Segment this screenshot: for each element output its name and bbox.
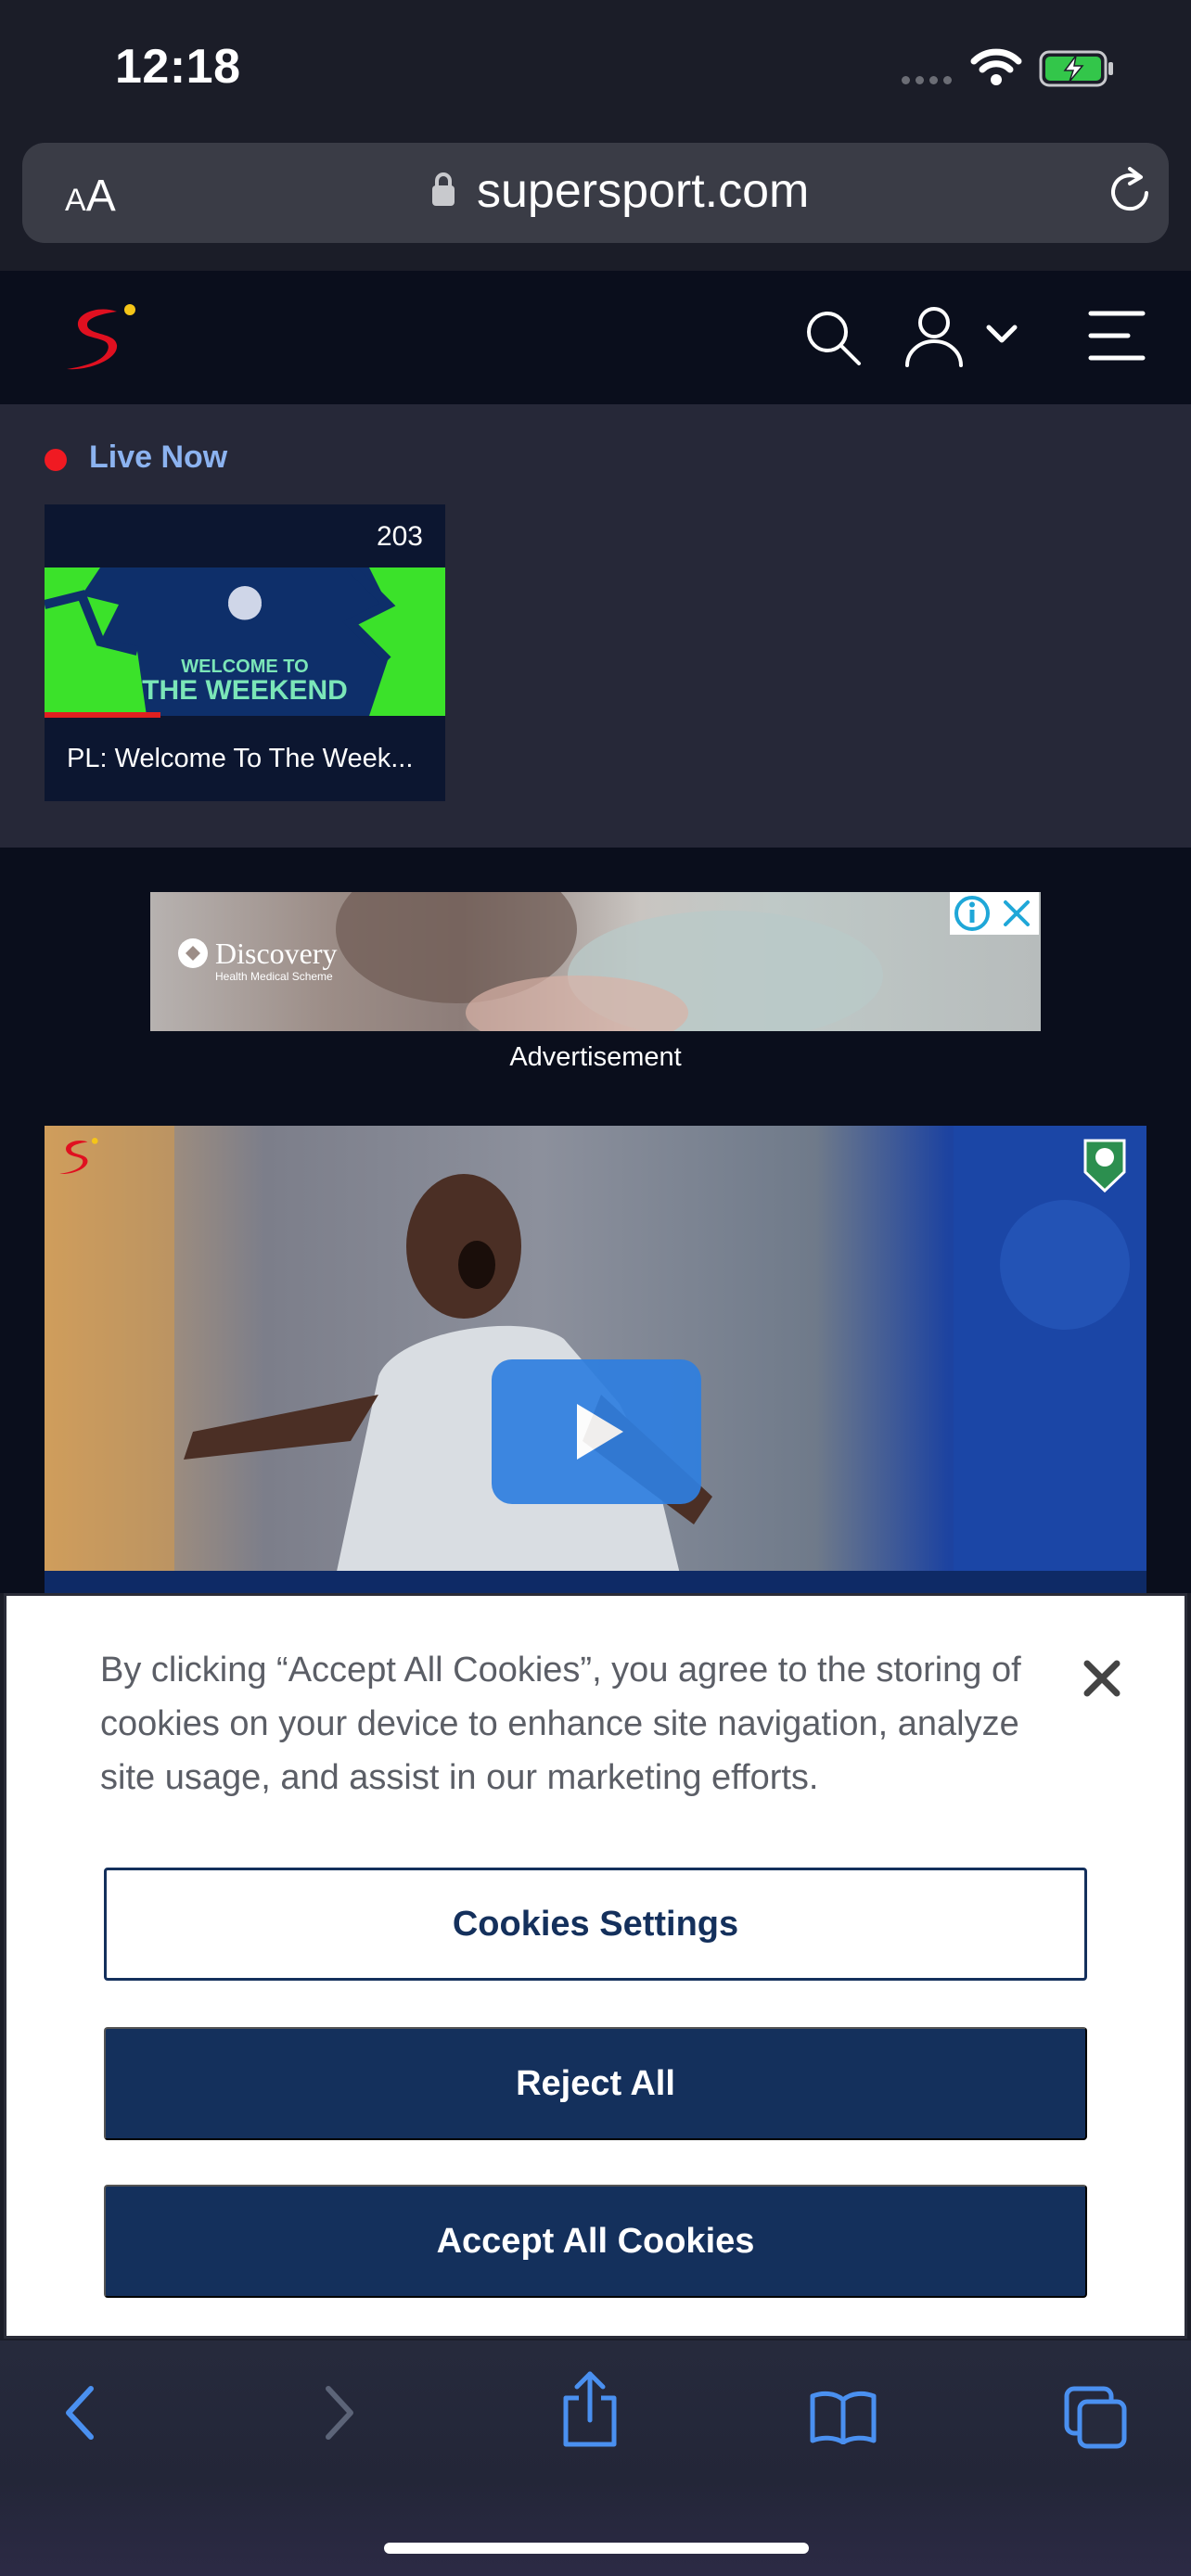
supersport-logo[interactable] (59, 299, 143, 376)
user-icon[interactable] (903, 304, 965, 369)
ad-brand-sub: Health Medical Scheme (215, 970, 333, 983)
status-bar: 12:18 (0, 0, 1191, 139)
live-indicator-dot (45, 449, 67, 471)
ad-info-icon[interactable] (950, 892, 994, 935)
battery-icon (1039, 50, 1113, 87)
cookie-message: By clicking “Accept All Cookies”, you ag… (100, 1651, 1021, 1797)
live-now-label: Live Now (89, 440, 228, 475)
text-size-button[interactable]: AA (65, 171, 116, 222)
back-icon[interactable] (61, 2383, 98, 2442)
wifi-icon (970, 48, 1022, 85)
bookmarks-icon[interactable] (809, 2389, 877, 2444)
video-logo-icon (59, 1138, 98, 1175)
accept-all-cookies-button[interactable]: Accept All Cookies (104, 2185, 1087, 2298)
reload-icon[interactable] (1104, 165, 1156, 217)
status-time: 12:18 (115, 40, 241, 94)
cellular-signal-icon (902, 76, 952, 84)
ad-close-icon[interactable] (994, 892, 1039, 935)
cookies-settings-button[interactable]: Cookies Settings (104, 1868, 1087, 1981)
lock-icon (432, 172, 455, 206)
nedbank-cup-badge-icon (1083, 1139, 1126, 1193)
channel-number: 203 (376, 521, 423, 552)
live-progress-bar (45, 712, 160, 718)
share-icon[interactable] (560, 2370, 620, 2448)
search-icon[interactable] (803, 308, 863, 367)
ad-banner[interactable]: Discovery Health Medical Scheme (150, 892, 1041, 1031)
close-icon[interactable] (1080, 1656, 1124, 1701)
url-bar[interactable]: AA supersport.com (22, 143, 1169, 243)
chevron-down-icon[interactable] (985, 323, 1018, 345)
play-button[interactable] (492, 1359, 701, 1504)
live-card-title: PL: Welcome To The Week... (67, 744, 414, 773)
thumb-line2: THE WEEKEND (142, 675, 348, 706)
site-header (0, 271, 1191, 404)
ad-label: Advertisement (509, 1042, 682, 1072)
home-indicator (384, 2543, 809, 2554)
play-icon (577, 1404, 623, 1460)
live-card-thumbnail: WELCOME TO THE WEEKEND (45, 567, 445, 716)
forward-icon[interactable] (321, 2383, 358, 2442)
live-card[interactable]: 203 WELCOME TO THE WEEKEND PL: Welcome T… (45, 504, 445, 801)
reject-all-button[interactable]: Reject All (104, 2027, 1087, 2140)
tabs-icon[interactable] (1063, 2385, 1128, 2450)
ad-brand: Discovery (215, 937, 338, 970)
url-text[interactable]: supersport.com (477, 163, 809, 219)
menu-icon[interactable] (1087, 310, 1146, 362)
discovery-logo-icon (178, 938, 208, 968)
